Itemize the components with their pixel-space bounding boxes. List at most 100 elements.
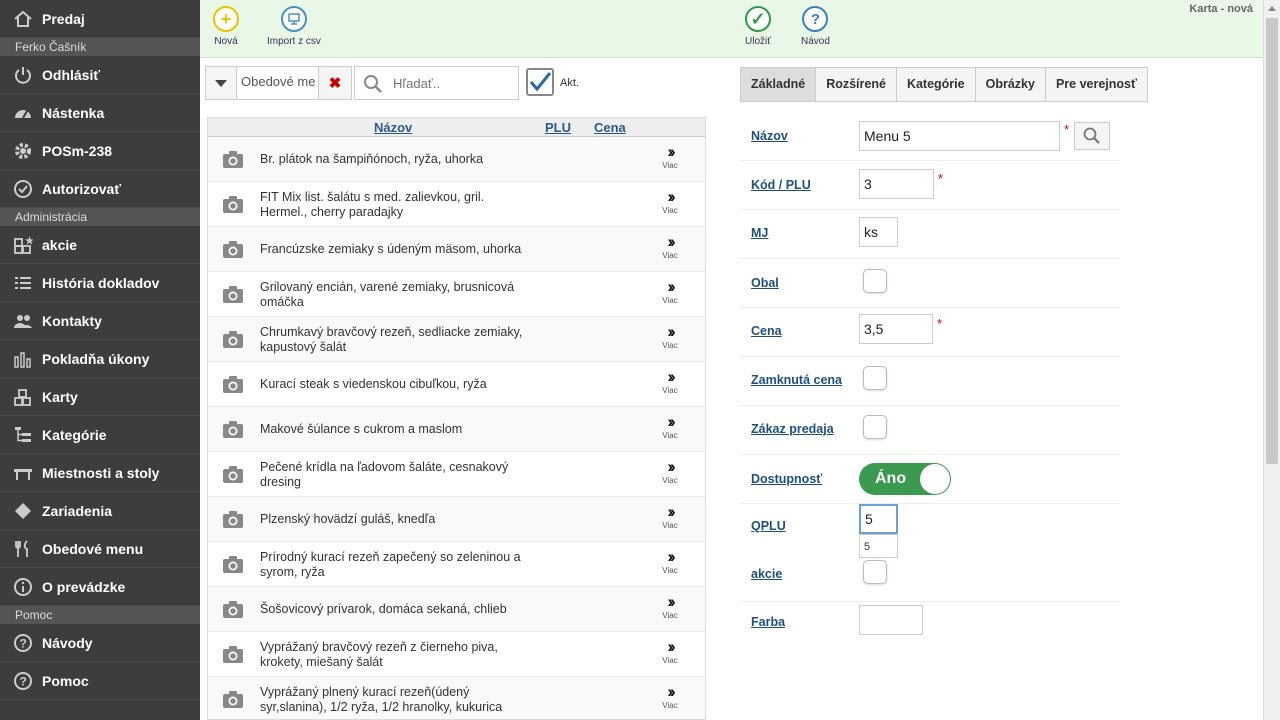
- zakaz-predaja-checkbox[interactable]: [863, 415, 887, 439]
- sidebar-item-pokladna[interactable]: Pokladňa úkony: [0, 340, 200, 378]
- tab-3[interactable]: Obrázky: [975, 67, 1046, 102]
- list-item[interactable]: Chrumkavý bravčový rezeň, sedliacke zemi…: [208, 317, 705, 362]
- active-checkbox[interactable]: [526, 68, 554, 96]
- sidebar-item-miestnosti[interactable]: Miestnosti a stoly: [0, 454, 200, 492]
- required-mark: *: [938, 171, 944, 186]
- list-item[interactable]: Pečené krídla na ľadovom šaláte, cesnako…: [208, 452, 705, 497]
- list-item[interactable]: Prírodný kurací rezeň zapečený so zeleni…: [208, 542, 705, 587]
- more-button[interactable]: ›› Viac: [656, 458, 684, 485]
- sidebar-item-akcie[interactable]: ★ akcie: [0, 226, 200, 264]
- sidebar-item-autorizovat[interactable]: Autorizovať: [0, 170, 200, 208]
- sidebar-item-label: Predaj: [42, 10, 85, 27]
- more-button[interactable]: ›› Viac: [656, 593, 684, 620]
- sidebar-item-label: Obedové menu: [42, 540, 144, 557]
- more-button[interactable]: ›› Viac: [656, 638, 684, 665]
- new-button[interactable]: + Nová: [213, 6, 239, 47]
- column-header-name[interactable]: Názov: [374, 120, 412, 135]
- sidebar-item-kontakty[interactable]: Kontakty: [0, 302, 200, 340]
- sidebar-item-zariadenia[interactable]: Zariadenia: [0, 492, 200, 530]
- obal-checkbox[interactable]: [863, 269, 887, 293]
- list-item[interactable]: Plzenský hovädzí guláš, knedľa ›› Viac: [208, 497, 705, 542]
- nazov-input[interactable]: [859, 121, 1060, 151]
- cena-input[interactable]: [859, 314, 933, 344]
- list-item[interactable]: Br. plátok na šampiňónoch, ryža, uhorka ›…: [208, 137, 705, 182]
- clear-filter-button[interactable]: ✖: [318, 66, 352, 100]
- double-chevron-right-icon: ››: [667, 232, 675, 251]
- required-mark: *: [1064, 122, 1070, 137]
- dostupnost-toggle[interactable]: Áno: [859, 463, 951, 495]
- more-button[interactable]: ›› Viac: [656, 413, 684, 440]
- scroll-thumb[interactable]: [1266, 18, 1278, 464]
- sidebar-item-historia[interactable]: História dokladov: [0, 264, 200, 302]
- question-icon: ?: [12, 632, 34, 654]
- more-button[interactable]: ›› Viac: [656, 548, 684, 575]
- zamknuta-cena-checkbox[interactable]: [863, 366, 887, 390]
- save-button[interactable]: ✓ Uložiť: [745, 6, 771, 47]
- sidebar-item-kategorie[interactable]: Kategórie: [0, 416, 200, 454]
- field-row-nazov: Názov *: [740, 112, 1120, 161]
- import-csv-button[interactable]: Import z csv: [267, 6, 321, 47]
- camera-icon: [223, 556, 243, 573]
- list-item[interactable]: Vyprážaný bravčový rezeň z čierneho piva…: [208, 632, 705, 677]
- list-item[interactable]: Francúzske zemiaky s údeným mäsom, uhork…: [208, 227, 705, 272]
- sidebar-item-posm[interactable]: POSm-238: [0, 132, 200, 170]
- sidebar-item-pomoc[interactable]: ? Pomoc: [0, 662, 200, 700]
- qplu-input[interactable]: [859, 504, 898, 534]
- more-button[interactable]: ›› Viac: [656, 278, 684, 305]
- column-header-plu[interactable]: PLU: [545, 120, 571, 135]
- list-item[interactable]: Kurací steak s viedenskou cibuľkou, ryža…: [208, 362, 705, 407]
- sidebar-item-obedove[interactable]: Obedové menu: [0, 530, 200, 568]
- list-item[interactable]: Grilovaný encián, varené zemiaky, brusni…: [208, 272, 705, 317]
- svg-text:?: ?: [20, 674, 27, 688]
- item-name: Makové šúlance s cukrom a maslom: [260, 422, 463, 436]
- more-button[interactable]: ›› Viac: [656, 323, 684, 350]
- category-dropdown-toggle[interactable]: [205, 66, 237, 100]
- category-dropdown-value[interactable]: Obedové me: [237, 66, 323, 100]
- sidebar-item-navody[interactable]: ? Návody: [0, 624, 200, 662]
- tab-2[interactable]: Kategórie: [896, 67, 976, 102]
- item-name: FIT Mix list. šalátu s med. zalievkou, g…: [260, 189, 485, 219]
- more-label: Viac: [662, 566, 678, 575]
- sidebar-item-predaj[interactable]: Predaj: [0, 0, 200, 38]
- tab-0[interactable]: Základné: [740, 67, 817, 102]
- bar-chart-icon: [12, 348, 34, 370]
- sidebar-item-oprevadzke[interactable]: O prevádzke: [0, 568, 200, 606]
- field-row-qplu: QPLU 5: [740, 504, 1120, 558]
- item-name: Šošovicový prívarok, domáca sekaná, chli…: [260, 602, 507, 616]
- list-item[interactable]: Makové šúlance s cukrom a maslom ›› Viac: [208, 407, 705, 452]
- farba-input[interactable]: [859, 605, 923, 635]
- scroll-up-arrow[interactable]: [1268, 6, 1276, 11]
- guide-button[interactable]: ? Návod: [801, 6, 830, 47]
- more-button[interactable]: ›› Viac: [656, 503, 684, 530]
- nazov-label: Názov: [751, 129, 788, 143]
- sidebar-item-nastenka[interactable]: Nástenka: [0, 94, 200, 132]
- more-button[interactable]: ›› Viac: [656, 232, 684, 260]
- kod-input[interactable]: [859, 169, 934, 199]
- sidebar-item-label: Pomoc: [42, 672, 89, 689]
- sidebar-item-label: Zariadenia: [42, 502, 113, 519]
- akcie-checkbox[interactable]: [863, 560, 887, 584]
- search-input[interactable]: [393, 73, 513, 93]
- camera-icon: [223, 466, 243, 483]
- dostupnost-label: Dostupnosť: [751, 472, 823, 486]
- column-header-price[interactable]: Cena: [594, 120, 626, 135]
- search-box[interactable]: [354, 66, 519, 100]
- more-button[interactable]: ›› Viac: [656, 188, 684, 215]
- list-item[interactable]: Šošovicový prívarok, domáca sekaná, chli…: [208, 587, 705, 632]
- nazov-search-button[interactable]: [1074, 122, 1110, 150]
- tab-1[interactable]: Rozšírené: [816, 67, 897, 102]
- info-icon: [12, 576, 34, 598]
- sidebar-item-odhlasit[interactable]: Odhlásiť: [0, 56, 200, 94]
- tab-4[interactable]: Pre verejnosť: [1045, 67, 1148, 102]
- sidebar-item-karty[interactable]: Karty: [0, 378, 200, 416]
- more-button[interactable]: ›› Viac: [656, 683, 684, 710]
- page-scrollbar[interactable]: [1263, 0, 1280, 720]
- sidebar-item-label: Pokladňa úkony: [42, 350, 150, 367]
- sidebar-item-label: História dokladov: [42, 274, 160, 291]
- camera-icon: [223, 286, 243, 303]
- mj-input[interactable]: [859, 217, 898, 247]
- list-item[interactable]: Vyprážaný plnený kurací rezeň(údený syr,…: [208, 677, 705, 719]
- more-button[interactable]: ›› Viac: [656, 143, 684, 170]
- list-item[interactable]: FIT Mix list. šalátu s med. zalievkou, g…: [208, 182, 705, 227]
- more-button[interactable]: ›› Viac: [656, 368, 684, 395]
